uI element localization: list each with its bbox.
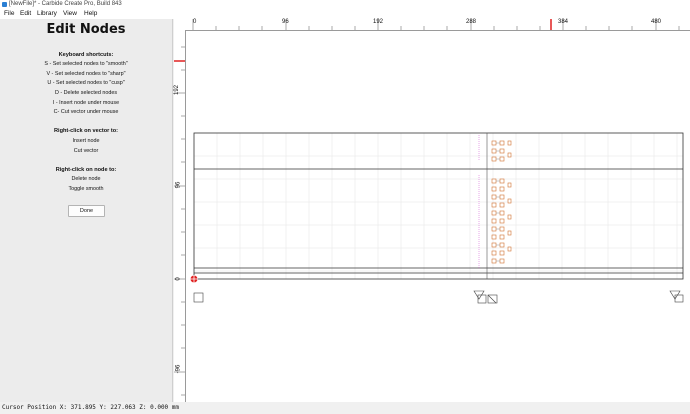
hruler-label: 192 [373, 19, 384, 25]
grid [193, 133, 683, 279]
hruler-label: 96 [282, 19, 289, 25]
node-toggle-smooth: Toggle smooth [68, 186, 104, 192]
shortcut-sharp: V - Set selected nodes to "sharp" [46, 71, 126, 77]
vector-insert-node: Insert node [72, 138, 100, 144]
node-heading: Right-click on node to: [55, 167, 117, 173]
hruler-label: 384 [558, 19, 569, 25]
vruler-label: 0 [175, 277, 182, 281]
status-bar: Cursor Position X: 371.895 Y: 227.063 Z:… [0, 402, 690, 414]
horizontal-ruler-ticks [192, 19, 680, 30]
shortcut-cut: C- Cut vector under mouse [53, 109, 119, 115]
stock-boundary [193, 132, 684, 280]
shortcut-delete: D - Delete selected nodes [54, 90, 118, 96]
vruler-label: 96 [175, 181, 182, 189]
corner-handle-icon[interactable] [193, 292, 204, 303]
node-delete: Delete node [71, 176, 101, 182]
horizontal-ruler: 0 96 192 288 384 480 [174, 19, 690, 31]
menu-help[interactable]: Help [84, 9, 97, 19]
corner-handle-icon[interactable] [674, 294, 684, 303]
keyboard-shortcuts-heading: Keyboard shortcuts: [58, 52, 114, 58]
app-icon [2, 2, 7, 7]
done-button[interactable]: Done [68, 205, 105, 217]
menu-view[interactable]: View [63, 9, 77, 19]
hruler-label: 288 [466, 19, 477, 25]
shortcut-insert: I - Insert node under mouse [52, 100, 120, 106]
menu-library[interactable]: Library [37, 9, 57, 19]
panel-title: Edit Nodes [46, 22, 126, 37]
menu-bar: File Edit Library View Help [0, 9, 690, 19]
vruler-label: 192 [174, 84, 181, 96]
cursor-position: Cursor Position X: 371.895 Y: 227.063 Z:… [2, 404, 180, 411]
vruler-label: -96 [175, 364, 182, 374]
shortcut-smooth: S - Set selected nodes to "smooth" [44, 61, 128, 67]
vector-heading: Right-click on vector to: [53, 128, 119, 134]
canvas-drawing[interactable] [186, 31, 690, 402]
title-bar: [NewFile]* - Carbide Create Pro, Build 8… [0, 0, 690, 9]
edited-vector[interactable] [478, 133, 512, 279]
menu-edit[interactable]: Edit [20, 9, 31, 19]
vector-cut-vector: Cut vector [73, 148, 99, 154]
drag-handle-icon[interactable] [473, 290, 498, 304]
menu-file[interactable]: File [4, 9, 14, 19]
origin-marker-icon [190, 275, 198, 283]
hruler-label: 480 [651, 19, 662, 25]
window-title: [NewFile]* - Carbide Create Pro, Build 8… [9, 1, 122, 7]
shortcut-cusp: U - Set selected nodes to "cusp" [47, 80, 125, 86]
vertical-ruler: 192 96 0 -96 [174, 30, 186, 402]
edit-nodes-panel: Edit Nodes Keyboard shortcuts: S - Set s… [0, 19, 173, 402]
design-canvas[interactable] [186, 31, 690, 402]
hruler-label: 0 [193, 19, 197, 25]
